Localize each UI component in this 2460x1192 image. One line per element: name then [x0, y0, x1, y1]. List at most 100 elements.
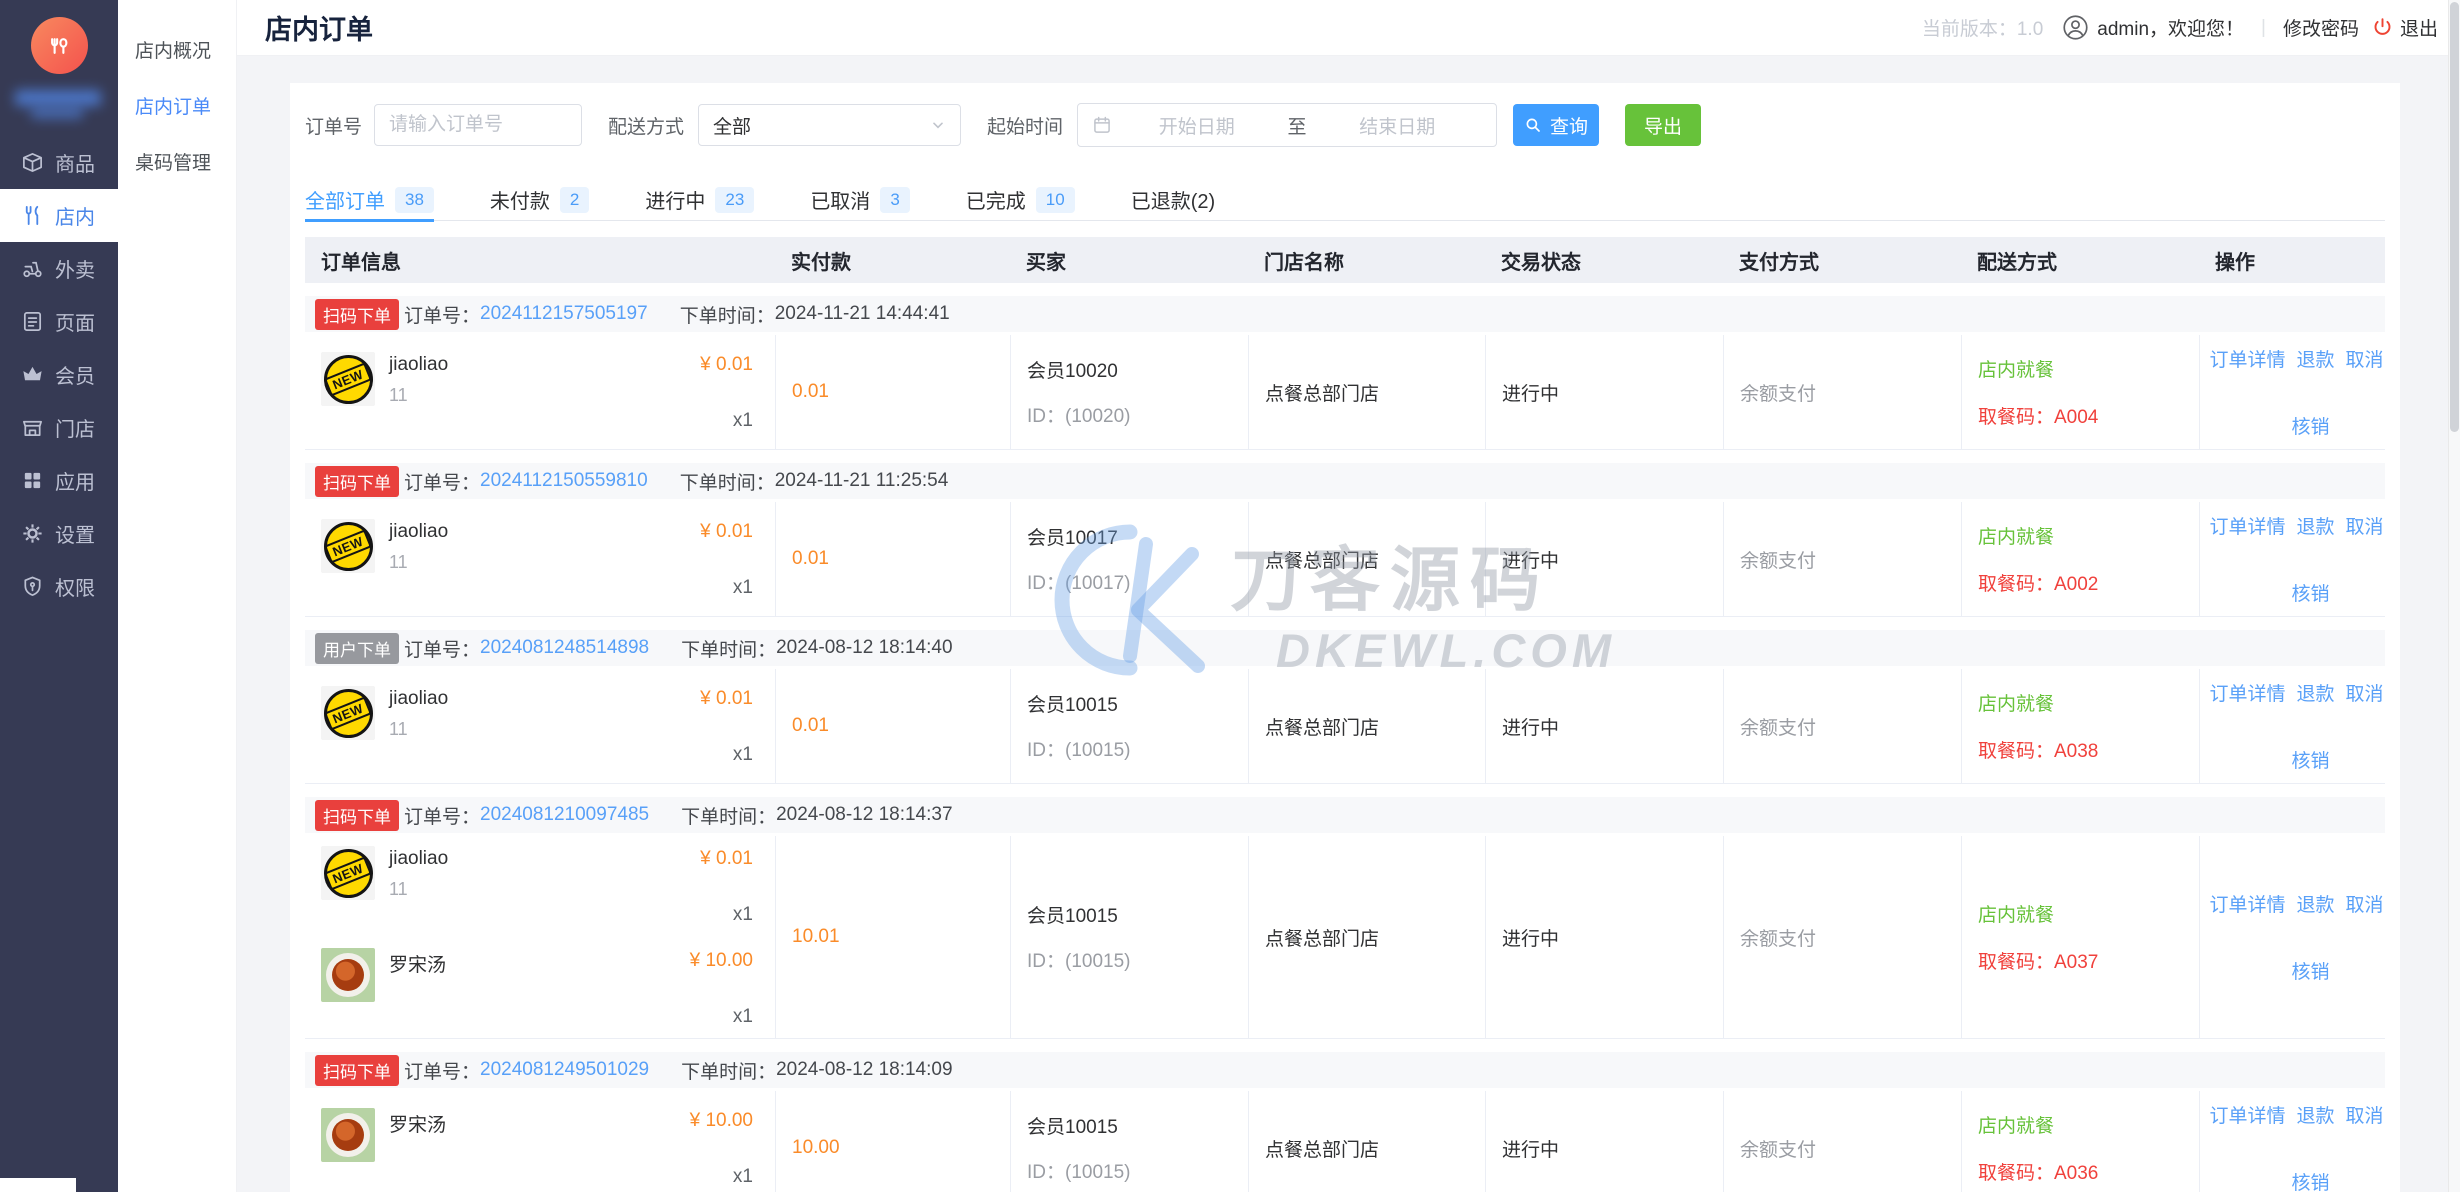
product-price: ¥ 0.01 [700, 688, 753, 709]
scrollbar-thumb[interactable] [2450, 2, 2459, 432]
action-verify[interactable]: 核销 [2291, 412, 2329, 439]
tab-cancelled[interactable]: 已取消 3 [810, 179, 910, 221]
action-order-detail[interactable]: 订单详情 [2209, 679, 2285, 706]
sidebar-item-takeout[interactable]: 外卖 [0, 242, 118, 295]
change-password-link[interactable]: 修改密码 [2283, 14, 2359, 41]
page-scrollbar[interactable] [2448, 0, 2460, 1192]
logout-link[interactable]: 退出 [2372, 14, 2438, 41]
export-button[interactable]: 导出 [1625, 104, 1702, 146]
order-no-link[interactable]: 2024081248514898 [480, 637, 649, 659]
date-range-picker[interactable]: 开始日期 至 结束日期 [1077, 103, 1498, 147]
store-name: 点餐总部门店 [1248, 335, 1485, 449]
action-order-detail[interactable]: 订单详情 [2209, 512, 2285, 539]
search-button[interactable]: 查询 [1513, 104, 1600, 146]
action-order-detail[interactable]: 订单详情 [2209, 345, 2285, 372]
paid-amount: 0.01 [775, 502, 1010, 616]
sidebar-item-stores[interactable]: 门店 [0, 401, 118, 454]
order-time-label: 下单时间： [679, 305, 775, 327]
sidebar-item-label: 页面 [55, 313, 95, 335]
order-no-link[interactable]: 2024112150559810 [480, 470, 648, 492]
header-right: 当前版本：1.0 admin，欢迎您！ | 修改密码 退出 [1922, 14, 2438, 41]
sidebar-item-members[interactable]: 会员 [0, 348, 118, 401]
product-spec: 11 [389, 719, 408, 739]
start-date-field[interactable]: 开始日期 [1112, 112, 1282, 139]
scooter-icon [20, 257, 44, 281]
paid-amount: 0.01 [775, 669, 1010, 783]
sidebar-item-instore[interactable]: 店内 [0, 189, 118, 242]
product-name: jiaoliao [389, 354, 449, 375]
action-order-detail[interactable]: 订单详情 [2209, 890, 2285, 917]
order-item: 罗宋汤 ¥ 10.00 x1 [321, 1108, 753, 1188]
action-cancel[interactable]: 取消 [2346, 345, 2384, 372]
action-cancel[interactable]: 取消 [2346, 890, 2384, 917]
action-verify[interactable]: 核销 [2291, 746, 2329, 773]
sidebar-item-pages[interactable]: 页面 [0, 295, 118, 348]
storefront-icon [20, 416, 44, 440]
buyer-cell: 会员10020 ID：(10020) [1010, 335, 1248, 449]
col-store: 门店名称 [1264, 251, 1344, 274]
order-time-label: 下单时间： [681, 806, 777, 828]
submenu-item-table-codes[interactable]: 桌码管理 [118, 136, 236, 192]
order-no-link[interactable]: 2024112157505197 [480, 303, 648, 325]
order-no-link[interactable]: 2024081210097485 [480, 804, 649, 826]
action-refund[interactable]: 退款 [2296, 679, 2334, 706]
blurred-account-name [13, 88, 105, 122]
action-refund[interactable]: 退款 [2296, 512, 2334, 539]
app-sidebar: 商品 店内 外卖 页面 会员 门店 应用 设置 权限 [0, 0, 118, 1192]
action-cancel[interactable]: 取消 [2346, 1101, 2384, 1128]
paid-amount: 0.01 [775, 335, 1010, 449]
date-to-label: 至 [1287, 116, 1307, 138]
order-row: NEW jiaoliao 11 ¥ 0.01 x1 0.01 会员10020 ID：… [305, 335, 2385, 450]
order-item: NEW jiaoliao 11 ¥ 0.01 x1 [321, 686, 753, 766]
tab-refunded[interactable]: 已退款(2) [1131, 179, 1215, 221]
product-qty: x1 [732, 410, 753, 431]
calendar-icon [1092, 115, 1112, 135]
order-time-value: 2024-11-21 14:44:41 [774, 303, 950, 324]
tab-in-progress[interactable]: 进行中 23 [645, 179, 755, 221]
delivery-mode: 店内就餐 [1978, 905, 2055, 926]
action-cancel[interactable]: 取消 [2346, 512, 2384, 539]
end-date-field[interactable]: 结束日期 [1313, 112, 1483, 139]
sidebar-item-permissions[interactable]: 权限 [0, 560, 118, 613]
trade-status: 进行中 [1485, 836, 1723, 1038]
action-refund[interactable]: 退款 [2296, 890, 2334, 917]
sidebar-item-apps[interactable]: 应用 [0, 454, 118, 507]
delivery-select[interactable]: 全部 [698, 104, 962, 146]
tab-all-orders[interactable]: 全部订单 38 [305, 179, 434, 222]
sidebar-item-settings[interactable]: 设置 [0, 507, 118, 560]
order-no-label: 订单号： [404, 305, 481, 327]
action-refund[interactable]: 退款 [2296, 345, 2334, 372]
trade-status: 进行中 [1485, 502, 1723, 616]
action-order-detail[interactable]: 订单详情 [2209, 1101, 2285, 1128]
tab-completed[interactable]: 已完成 10 [966, 179, 1075, 221]
action-verify[interactable]: 核销 [2291, 957, 2329, 984]
submenu-item-orders[interactable]: 店内订单 [118, 80, 236, 136]
action-cancel[interactable]: 取消 [2346, 679, 2384, 706]
order-group-header: 用户下单 订单号： 2024081248514898 下单时间： 2024-08… [305, 630, 2385, 666]
top-header: 店内订单 当前版本：1.0 admin，欢迎您！ | 修改密码 退出 [237, 0, 2460, 56]
order-group-header: 扫码下单 订单号： 2024112150559810 下单时间： 2024-11… [305, 463, 2385, 499]
store-name: 点餐总部门店 [1248, 1091, 1485, 1192]
order-source-badge: 扫码下单 [315, 298, 399, 330]
action-refund[interactable]: 退款 [2296, 1101, 2334, 1128]
store-name: 点餐总部门店 [1248, 836, 1485, 1038]
action-verify[interactable]: 核销 [2291, 1168, 2329, 1192]
sidebar-item-goods[interactable]: 商品 [0, 136, 118, 189]
order-items-cell: NEW jiaoliao 11 ¥ 0.01 x1 罗宋汤 ¥ 10.00 x1 [305, 836, 775, 1038]
order-no-input[interactable] [374, 104, 583, 146]
buyer-cell: 会员10015 ID：(10015) [1010, 1091, 1248, 1192]
content-area: 订单号 配送方式 全部 起始时间 开始日期 至 结束日期 [237, 56, 2460, 1192]
actions-cell: 订单详情 退款 取消 核销 [2199, 335, 2385, 449]
sidebar-item-label: 应用 [55, 472, 95, 494]
product-spec [389, 986, 690, 1004]
product-name: jiaoliao [389, 848, 449, 869]
delivery-cell: 店内就餐 取餐码：A036 [1961, 1091, 2199, 1192]
page-title: 店内订单 [265, 15, 373, 45]
submenu-item-overview[interactable]: 店内概况 [118, 24, 236, 80]
tab-unpaid[interactable]: 未付款 2 [490, 179, 590, 221]
order-no-link[interactable]: 2024081249501029 [480, 1059, 649, 1081]
action-verify[interactable]: 核销 [2291, 579, 2329, 606]
tab-count-badge: 38 [395, 186, 434, 213]
app-screen: 商品 店内 外卖 页面 会员 门店 应用 设置 权限 店内概况 店内订单 桌码管… [0, 0, 2460, 1192]
product-image-soup [321, 948, 375, 1002]
